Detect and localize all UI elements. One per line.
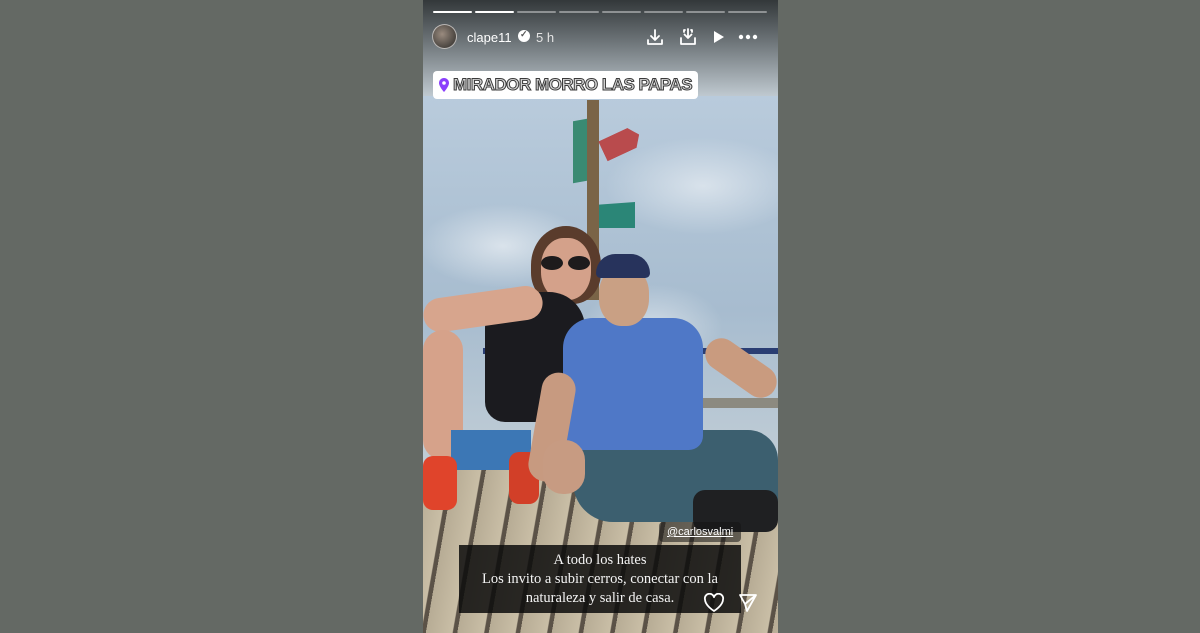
caption-line: naturaleza y salir de casa. bbox=[525, 590, 675, 606]
sunglasses bbox=[541, 256, 591, 270]
caption-line: Los invito a subir cerros, conectar con … bbox=[482, 571, 718, 587]
username[interactable]: clape11 bbox=[467, 30, 512, 45]
signpost-arrow-teal bbox=[599, 202, 635, 228]
mention-sticker[interactable]: @carlosvalmi bbox=[659, 522, 742, 542]
save-to-collection-icon[interactable] bbox=[677, 26, 699, 48]
verified-badge-icon bbox=[518, 29, 530, 42]
progress-segment bbox=[727, 11, 767, 13]
progress-segment bbox=[559, 11, 599, 13]
story-header: clape11 5 h bbox=[432, 22, 772, 52]
caption-line: A todo los hates bbox=[553, 552, 647, 568]
man-cap bbox=[596, 254, 650, 278]
progress-segment bbox=[685, 11, 725, 13]
avatar[interactable] bbox=[432, 24, 457, 49]
more-options-icon[interactable] bbox=[737, 26, 759, 48]
story-viewer[interactable]: clape11 5 h MIRADOR MORRO LAS PAPAS @car… bbox=[423, 0, 778, 633]
location-pin-icon bbox=[439, 78, 449, 92]
progress-segment bbox=[601, 11, 641, 13]
signpost-arrow-green bbox=[573, 118, 587, 184]
download-icon[interactable] bbox=[644, 26, 666, 48]
progress-segment bbox=[517, 11, 557, 13]
man-hand bbox=[543, 440, 585, 494]
progress-segment bbox=[433, 11, 473, 13]
send-icon[interactable] bbox=[737, 592, 759, 614]
man-body bbox=[563, 318, 703, 450]
mention-username: @carlosvalmi bbox=[667, 526, 734, 538]
heart-icon[interactable] bbox=[703, 592, 725, 614]
post-time: 5 h bbox=[536, 30, 555, 45]
woman-shoe-left bbox=[423, 456, 457, 510]
progress-segment bbox=[475, 11, 515, 13]
progress-segment bbox=[643, 11, 683, 13]
play-icon[interactable] bbox=[707, 26, 729, 48]
story-progress-bar bbox=[433, 11, 767, 13]
location-sticker[interactable]: MIRADOR MORRO LAS PAPAS bbox=[433, 71, 699, 99]
location-name: MIRADOR MORRO LAS PAPAS bbox=[452, 75, 693, 95]
story-caption: A todo los hates Los invito a subir cerr… bbox=[459, 545, 741, 613]
